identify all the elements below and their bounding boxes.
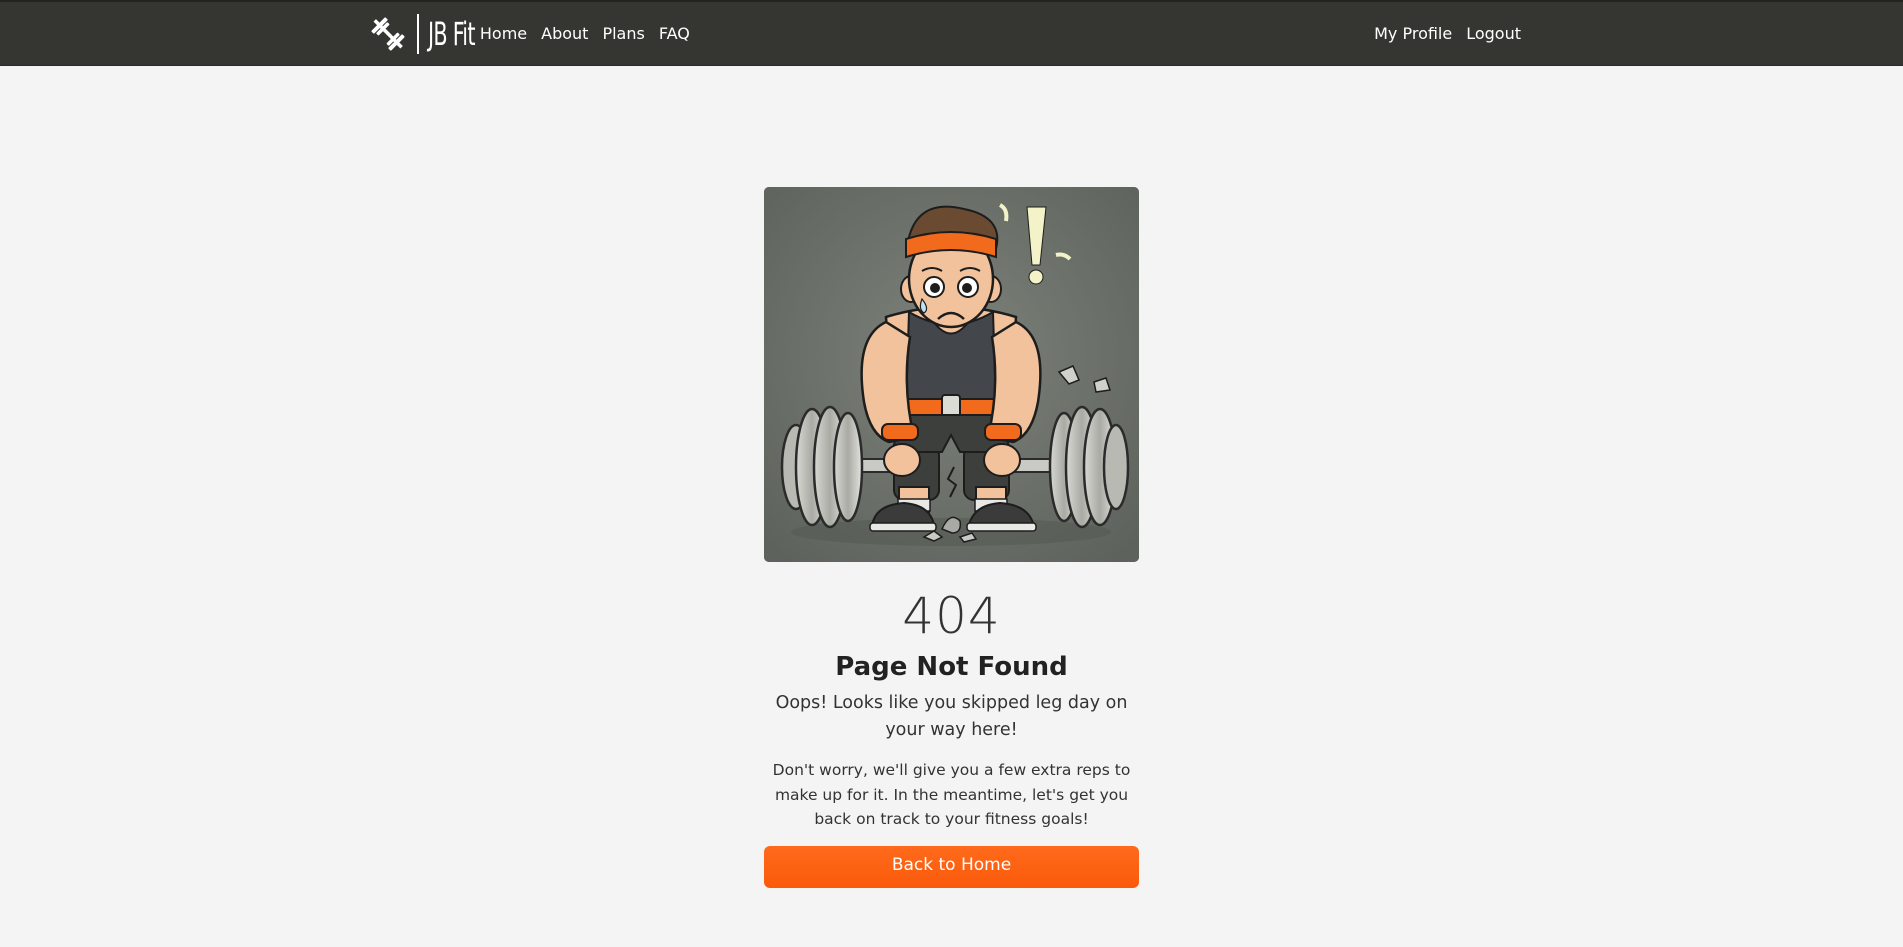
error-lead-text: Oops! Looks like you skipped leg day on … [775,693,1128,740]
user-nav: My Profile Logout [1367,2,1528,66]
nav-plans-link[interactable]: Plans [595,2,651,66]
weightlifter-illustration-icon [764,187,1139,562]
nav-about-link[interactable]: About [534,2,595,66]
error-illustration [764,187,1139,562]
main-nav: Home About Plans FAQ [473,2,697,66]
error-content: 404 Page Not Found Oops! Looks like you … [764,187,1139,888]
barbell-icon [371,17,405,51]
nav-faq-link[interactable]: FAQ [652,2,697,66]
page-title: Page Not Found [835,652,1068,682]
brand-divider-icon [417,14,419,54]
error-description: Don't worry, we'll give you a few extra … [772,761,1131,828]
error-code: 404 [902,587,1001,645]
back-to-home-button[interactable]: Back to Home [764,845,1139,888]
nav-my-profile-link[interactable]: My Profile [1367,2,1459,66]
nav-home-link[interactable]: Home [473,2,534,66]
navbar-container: JB Fit Home About Plans FAQ My Profile L… [366,2,1528,66]
brand-name: JB Fit [428,15,475,53]
nav-logout-link[interactable]: Logout [1459,2,1528,66]
navbar: JB Fit Home About Plans FAQ My Profile L… [0,0,1903,66]
brand-logo-link[interactable]: JB Fit [366,12,493,56]
